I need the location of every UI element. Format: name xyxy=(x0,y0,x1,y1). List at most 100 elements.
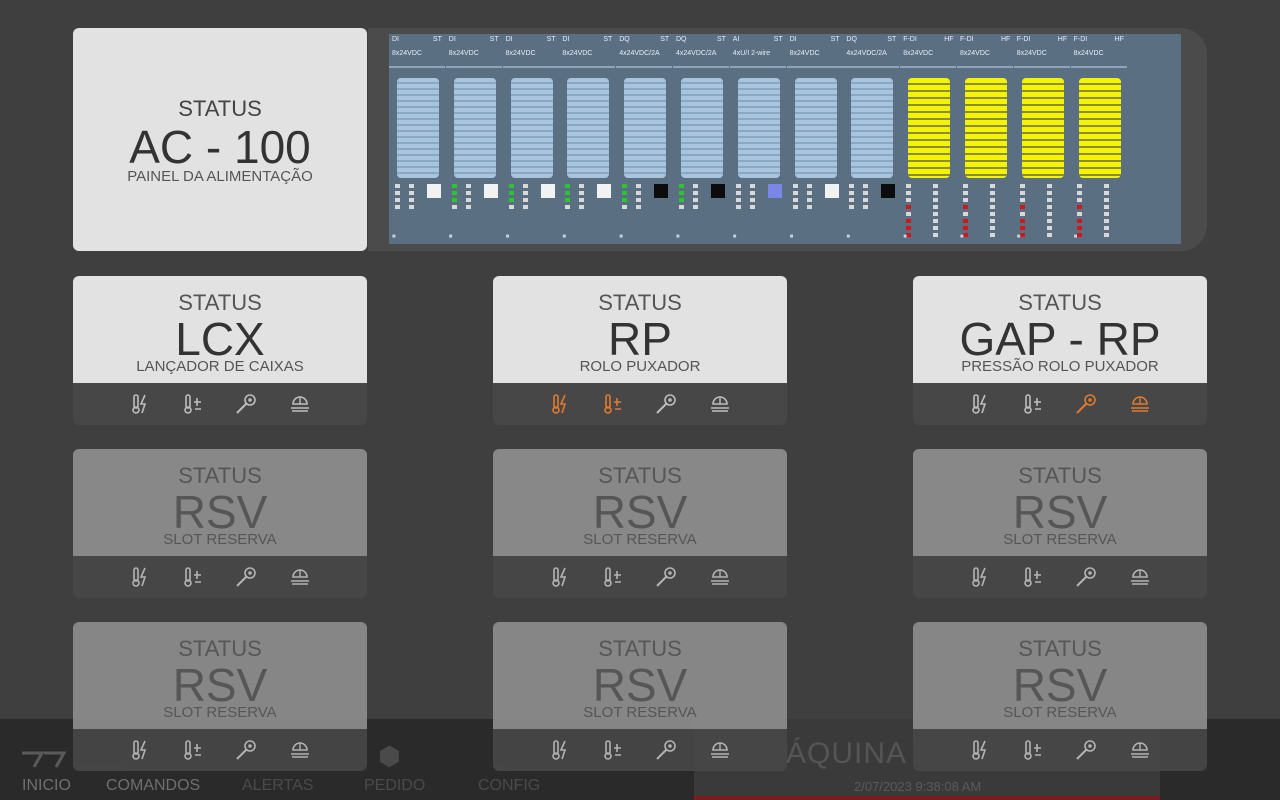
module-rail xyxy=(729,66,786,68)
safety-hand-icon[interactable] xyxy=(1128,392,1152,416)
safety-hand-icon[interactable] xyxy=(708,392,732,416)
thermal-overload-icon[interactable] xyxy=(181,392,205,416)
thermal-power-icon[interactable] xyxy=(129,738,153,762)
plc-module[interactable]: DQ ST 4x24VDC/2A ■ xyxy=(843,34,900,244)
plc-module[interactable]: DI ST 8x24VDC ■ xyxy=(389,34,445,244)
sensor-probe-icon[interactable] xyxy=(234,392,258,416)
station-card-body[interactable]: STATUS LCX LANÇADOR DE CAIXAS xyxy=(73,276,367,383)
module-type: F-DI xyxy=(1073,36,1088,43)
terminal-block xyxy=(1021,78,1064,178)
sensor-probe-icon[interactable] xyxy=(1074,738,1098,762)
plc-module[interactable]: DI ST 8x24VDC ■ xyxy=(502,34,559,244)
status-led xyxy=(579,191,585,195)
thermal-power-icon[interactable] xyxy=(129,392,153,416)
status-led xyxy=(792,184,798,188)
sensor-probe-icon[interactable] xyxy=(1074,565,1098,589)
station-icon-bar xyxy=(913,383,1207,425)
safety-hand-icon[interactable] xyxy=(708,738,732,762)
status-led xyxy=(990,219,995,223)
module-st: HF xyxy=(1114,36,1124,43)
thermal-overload-icon[interactable] xyxy=(1021,738,1045,762)
thermal-overload-icon[interactable] xyxy=(601,392,625,416)
sensor-probe-icon[interactable] xyxy=(654,565,678,589)
sensor-probe-icon[interactable] xyxy=(654,392,678,416)
station-card-body[interactable]: STATUS RSV SLOT RESERVA xyxy=(913,622,1207,729)
thermal-power-icon[interactable] xyxy=(549,392,573,416)
station-card-body[interactable]: STATUS RSV SLOT RESERVA xyxy=(913,449,1207,556)
station-card-body[interactable]: STATUS RSV SLOT RESERVA xyxy=(73,449,367,556)
thermal-overload-icon[interactable] xyxy=(601,738,625,762)
plc-module[interactable]: DI ST 8x24VDC ■ xyxy=(559,34,616,244)
status-led xyxy=(1046,191,1052,195)
station-card[interactable]: STATUS GAP - RP PRESSÃO ROLO PUXADOR xyxy=(913,276,1207,425)
main-status-card[interactable]: STATUS AC - 100 PAINEL DA ALIMENTAÇÃO xyxy=(73,28,367,251)
station-card[interactable]: STATUS RSV SLOT RESERVA xyxy=(73,449,367,598)
thermal-power-icon[interactable] xyxy=(549,565,573,589)
thermal-power-icon[interactable] xyxy=(969,392,993,416)
station-card[interactable]: STATUS RP ROLO PUXADOR xyxy=(493,276,787,425)
module-st: ST xyxy=(546,36,556,43)
station-card-body[interactable]: STATUS RSV SLOT RESERVA xyxy=(493,622,787,729)
station-card[interactable]: STATUS RSV SLOT RESERVA xyxy=(913,622,1207,771)
status-led xyxy=(990,184,995,188)
sensor-probe-icon[interactable] xyxy=(234,565,258,589)
nav-pedido[interactable]: PEDIDO xyxy=(364,777,425,795)
station-card[interactable]: STATUS RSV SLOT RESERVA xyxy=(493,622,787,771)
station-card-body[interactable]: STATUS RSV SLOT RESERVA xyxy=(493,449,787,556)
thermal-power-icon[interactable] xyxy=(969,565,993,589)
thermal-power-icon[interactable] xyxy=(129,565,153,589)
plc-module[interactable]: F-DI HF 8x24VDC ■ xyxy=(1013,34,1070,244)
thermal-power-icon[interactable] xyxy=(549,738,573,762)
terminal-block xyxy=(794,78,837,178)
logo-icon[interactable] xyxy=(20,749,68,774)
plc-module[interactable]: DQ ST 4x24VDC/2A ■ xyxy=(616,34,673,244)
station-subtitle: PAINEL DA ALIMENTAÇÃO xyxy=(127,168,313,185)
safety-hand-icon[interactable] xyxy=(288,738,312,762)
plc-module[interactable]: F-DI HF 8x24VDC ■ xyxy=(957,34,1013,244)
plc-module[interactable]: AI ST 4xU/I 2-wire ■ xyxy=(729,34,786,244)
thermal-overload-icon[interactable] xyxy=(601,565,625,589)
plc-module[interactable]: F-DI HF 8x24VDC ■ xyxy=(900,34,957,244)
nav-inicio[interactable]: INICIO xyxy=(22,777,71,795)
plc-module[interactable]: F-DI HF 8x24VDC ■ xyxy=(1070,34,1127,244)
status-led xyxy=(792,198,798,202)
status-led xyxy=(522,184,528,188)
status-led xyxy=(963,212,968,216)
nav-comandos[interactable]: COMANDOS xyxy=(106,777,200,795)
status-led xyxy=(465,184,471,188)
status-led xyxy=(508,205,514,209)
station-subtitle: SLOT RESERVA xyxy=(1003,531,1117,548)
safety-hand-icon[interactable] xyxy=(288,392,312,416)
sensor-probe-icon[interactable] xyxy=(654,738,678,762)
station-name: RSV xyxy=(592,659,688,711)
thermal-overload-icon[interactable] xyxy=(181,738,205,762)
sensor-probe-icon[interactable] xyxy=(1074,392,1098,416)
plc-module[interactable]: DI ST 8x24VDC ■ xyxy=(445,34,502,244)
plc-module[interactable]: DI ST 8x24VDC ■ xyxy=(786,34,843,244)
station-card[interactable]: STATUS RSV SLOT RESERVA xyxy=(913,449,1207,598)
status-led xyxy=(622,198,628,202)
station-card-body[interactable]: STATUS RSV SLOT RESERVA xyxy=(73,622,367,729)
safety-hand-icon[interactable] xyxy=(1128,738,1152,762)
cubes-icon[interactable]: ⬢ xyxy=(378,741,401,772)
safety-hand-icon[interactable] xyxy=(288,565,312,589)
module-type: AI xyxy=(732,36,740,43)
safety-hand-icon[interactable] xyxy=(708,565,732,589)
status-led xyxy=(579,198,585,202)
nav-config[interactable]: CONFIG xyxy=(478,777,540,795)
station-card-body[interactable]: STATUS GAP - RP PRESSÃO ROLO PUXADOR xyxy=(913,276,1207,383)
thermal-power-icon[interactable] xyxy=(969,738,993,762)
thermal-overload-icon[interactable] xyxy=(1021,565,1045,589)
thermal-overload-icon[interactable] xyxy=(181,565,205,589)
module-type: DQ xyxy=(846,36,857,43)
nav-alertas[interactable]: ALERTAS xyxy=(242,777,313,795)
station-card[interactable]: STATUS LCX LANÇADOR DE CAIXAS xyxy=(73,276,367,425)
sensor-probe-icon[interactable] xyxy=(234,738,258,762)
station-card[interactable]: STATUS RSV SLOT RESERVA xyxy=(73,622,367,771)
safety-hand-icon[interactable] xyxy=(1128,565,1152,589)
plc-module[interactable]: DQ ST 4x24VDC/2A ■ xyxy=(673,34,729,244)
thermal-overload-icon[interactable] xyxy=(1021,392,1045,416)
station-card-body[interactable]: STATUS RP ROLO PUXADOR xyxy=(493,276,787,383)
station-card[interactable]: STATUS RSV SLOT RESERVA xyxy=(493,449,787,598)
status-led xyxy=(636,198,642,202)
